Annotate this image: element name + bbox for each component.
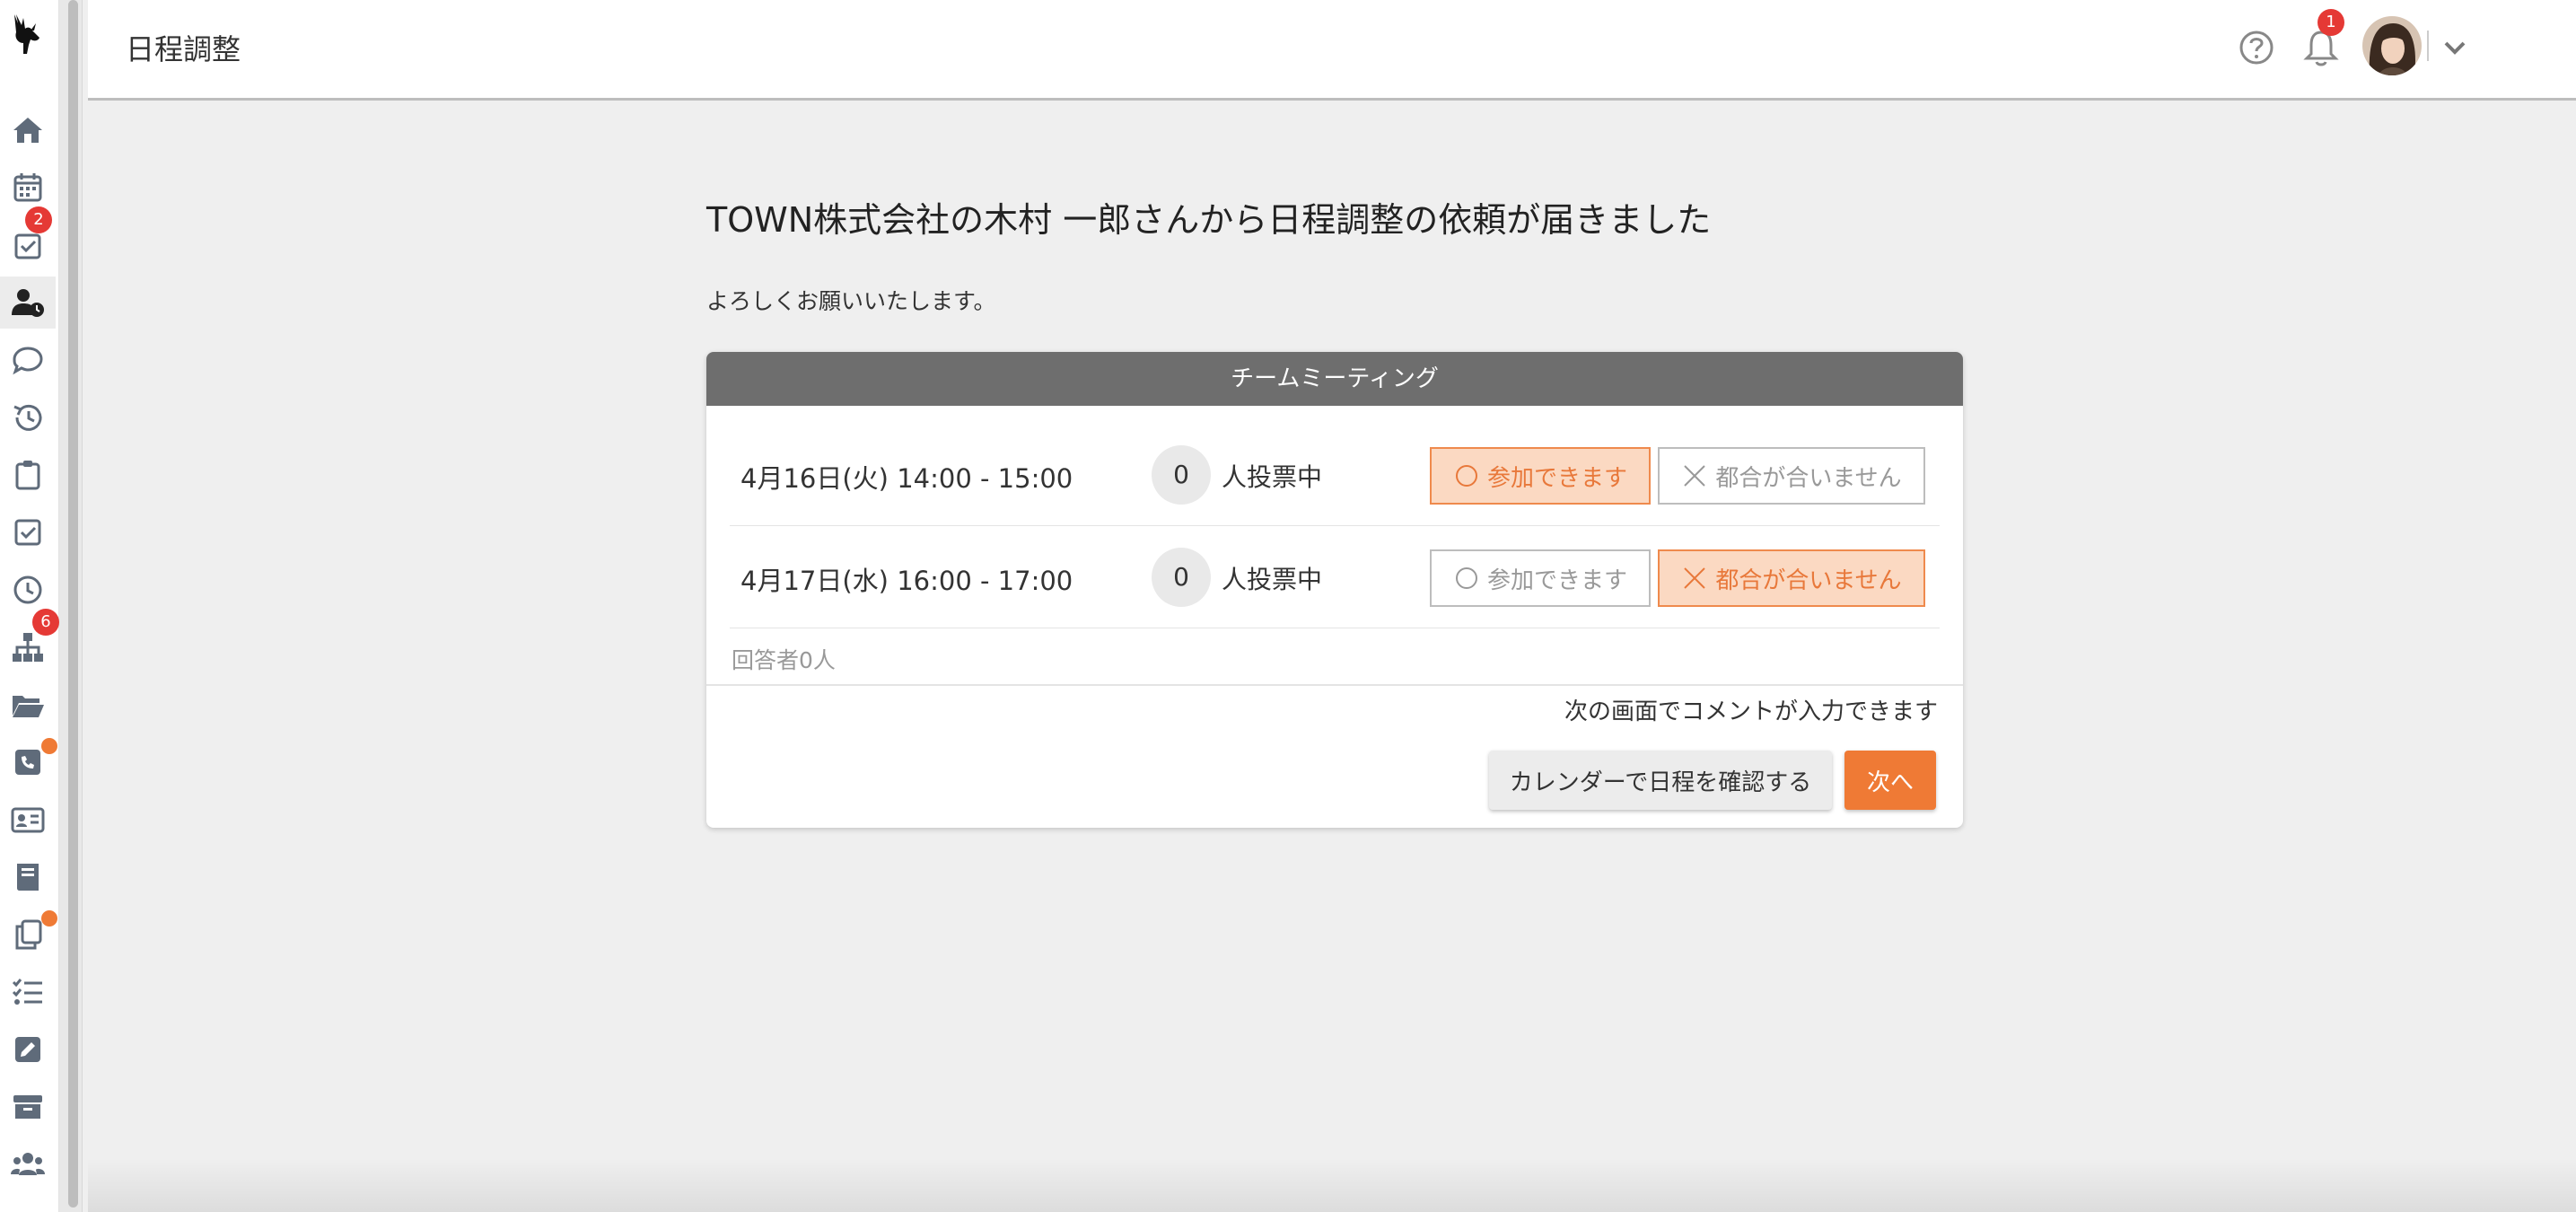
help-icon[interactable]	[2238, 29, 2275, 66]
sidebar-scrollbar-thumb[interactable]	[68, 0, 78, 1208]
tasks-badge: 2	[25, 206, 52, 233]
users-icon	[11, 1153, 45, 1175]
organization-badge: 6	[32, 609, 59, 636]
documents-dot	[41, 910, 57, 927]
folder-open-icon	[13, 696, 44, 717]
user-clock-icon	[12, 289, 44, 317]
sidebar-item-checklist[interactable]	[0, 506, 56, 558]
sidebar-item-calendar[interactable]	[0, 162, 56, 214]
cross-icon	[1684, 567, 1706, 589]
vote-count-label: 人投票中	[1222, 462, 1323, 492]
sidebar-item-book[interactable]	[0, 851, 56, 903]
date-option-row: 4月16日(火) 14:00 - 15:00 0 人投票中 参加できます 都合が…	[730, 424, 1940, 526]
request-title: TOWN株式会社の木村 一郎さんから日程調整の依頼が届きました	[706, 200, 1712, 240]
sidebar-item-home[interactable]	[0, 104, 56, 156]
sidebar-item-edit[interactable]	[0, 1023, 56, 1076]
sidebar-item-clipboard[interactable]	[0, 449, 56, 501]
sidebar-item-archive[interactable]	[0, 1081, 56, 1133]
schedule-card: チームミーティング 4月16日(火) 14:00 - 15:00 0 人投票中 …	[706, 352, 1963, 828]
sidebar-item-history[interactable]	[0, 391, 56, 444]
vote-count: 0	[1152, 445, 1211, 505]
request-message: よろしくお願いいたします。	[706, 288, 996, 314]
vote-count-label: 人投票中	[1222, 565, 1323, 594]
cross-icon	[1684, 465, 1706, 487]
history-icon	[13, 404, 42, 431]
avatar[interactable]	[2362, 16, 2422, 75]
sidebar-item-contacts[interactable]	[0, 794, 56, 846]
attend-label: 参加できます	[1486, 464, 1627, 492]
option-datetime: 4月16日(火) 14:00 - 15:00	[740, 463, 1073, 494]
card-divider	[706, 684, 1963, 686]
check-calendar-button[interactable]: カレンダーで日程を確認する	[1489, 751, 1832, 810]
avatar-divider	[2427, 31, 2429, 61]
sidebar-item-scheduling[interactable]	[0, 277, 56, 329]
list-check-icon	[12, 979, 42, 1005]
date-option-row: 4月17日(水) 16:00 - 17:00 0 人投票中 参加できます 都合が…	[730, 526, 1940, 628]
sidebar-item-chat[interactable]	[0, 334, 56, 386]
next-button[interactable]: 次へ	[1844, 751, 1936, 810]
sidebar-item-folder[interactable]	[0, 679, 56, 731]
attend-button[interactable]: 参加できます	[1430, 447, 1651, 505]
decline-button[interactable]: 都合が合いません	[1658, 447, 1925, 505]
sidebar-item-users[interactable]	[0, 1138, 56, 1190]
sidebar-item-todo-list[interactable]	[0, 966, 56, 1018]
clock-icon	[13, 575, 42, 604]
book-icon	[17, 864, 39, 891]
clipboard-icon	[15, 461, 40, 490]
notification-badge: 1	[2318, 9, 2344, 36]
page-title: 日程調整	[126, 32, 241, 66]
top-header: 日程調整	[88, 0, 2576, 101]
decline-label: 都合が合いません	[1715, 566, 1902, 594]
contact-card-icon	[11, 807, 45, 833]
home-icon	[13, 118, 42, 143]
phone-note-icon	[15, 750, 40, 775]
circle-icon	[1455, 465, 1477, 487]
bottom-shadow	[88, 1158, 2576, 1212]
checkbox-icon	[14, 519, 41, 546]
attend-label: 参加できます	[1486, 566, 1627, 594]
chevron-down-icon[interactable]	[2440, 32, 2470, 63]
app-logo[interactable]	[4, 11, 50, 61]
vote-count: 0	[1152, 548, 1211, 607]
decline-label: 都合が合いません	[1715, 464, 1902, 492]
copy-icon	[15, 919, 42, 950]
comment-note: 次の画面でコメントが入力できます	[1564, 698, 1938, 725]
archive-icon	[13, 1095, 42, 1119]
edit-icon	[15, 1037, 40, 1062]
calendar-icon	[13, 173, 42, 202]
meeting-name: チームミーティング	[706, 352, 1963, 406]
sidebar: 2 6	[0, 0, 59, 1212]
phone-memo-dot	[41, 738, 57, 754]
decline-button[interactable]: 都合が合いません	[1658, 549, 1925, 607]
chat-bubble-icon	[13, 347, 43, 375]
circle-icon	[1455, 567, 1477, 589]
option-datetime: 4月17日(水) 16:00 - 17:00	[740, 566, 1073, 596]
respondent-count: 回答者0人	[732, 647, 836, 673]
attend-button[interactable]: 参加できます	[1430, 549, 1651, 607]
